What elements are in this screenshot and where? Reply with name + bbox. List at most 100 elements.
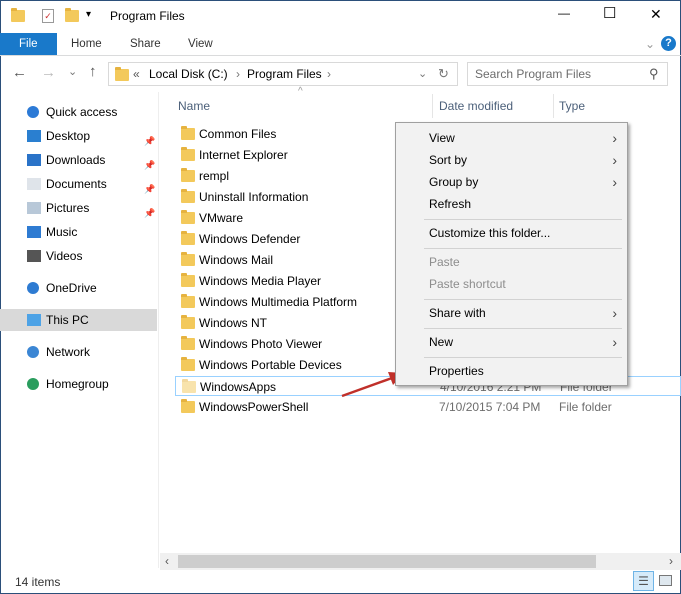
forward-button[interactable]: → xyxy=(41,64,56,81)
menu-item-refresh[interactable]: Refresh xyxy=(396,194,627,214)
customize-toolbar-icon[interactable]: ▾ xyxy=(86,9,91,20)
crumb-program-files[interactable]: Program Files xyxy=(247,67,322,81)
chevron-right-icon: › xyxy=(612,334,617,350)
sidebar-item-label: This PC xyxy=(46,313,89,327)
context-menu: View › Sort by › Group by › Refresh Cust… xyxy=(395,122,628,386)
expand-ribbon-icon[interactable]: ⌄ xyxy=(645,37,655,51)
menu-separator xyxy=(424,219,622,220)
download-icon xyxy=(27,154,41,166)
crumb-local-disk[interactable]: Local Disk (C:) xyxy=(149,67,228,81)
file-name: Internet Explorer xyxy=(199,148,288,162)
sidebar-item-network[interactable]: Network xyxy=(0,341,157,363)
sidebar-item-desktop[interactable]: Desktop 📌 xyxy=(0,125,157,147)
sidebar-item-label: Downloads xyxy=(46,153,106,167)
file-date: 7/10/2015 7:04 PM xyxy=(439,400,541,414)
scroll-right-button[interactable]: › xyxy=(669,554,673,568)
menu-item-label: Group by xyxy=(429,175,479,189)
file-name: Uninstall Information xyxy=(199,190,309,204)
menu-item-new[interactable]: New › xyxy=(396,332,627,352)
sidebar-item-this-pc[interactable]: This PC xyxy=(0,309,157,331)
file-type: File folder xyxy=(559,400,612,414)
search-box[interactable]: Search Program Files ⚲ xyxy=(467,62,668,86)
file-name: Windows Multimedia Platform xyxy=(199,295,358,309)
file-name: Common Files xyxy=(199,127,277,141)
new-folder-icon[interactable] xyxy=(65,8,79,22)
close-button[interactable]: ✕ xyxy=(650,6,662,23)
overflow-crumb[interactable]: « xyxy=(133,67,140,81)
folder-icon xyxy=(181,336,195,350)
address-dropdown[interactable]: ⌄ xyxy=(418,67,427,80)
sidebar-item-label: Quick access xyxy=(46,105,118,119)
file-name: Windows NT xyxy=(199,316,268,330)
refresh-button[interactable]: ↻ xyxy=(438,66,449,82)
sidebar-item-label: Pictures xyxy=(46,201,90,215)
menu-item-label: Refresh xyxy=(429,197,472,211)
menu-item-label: Sort by xyxy=(429,153,468,167)
sidebar-item-videos[interactable]: Videos xyxy=(0,245,157,267)
music-icon xyxy=(27,226,41,238)
search-input[interactable]: Search Program Files xyxy=(475,67,591,81)
crumb-separator[interactable]: › xyxy=(327,67,331,81)
details-view-button[interactable]: ☰ xyxy=(633,571,654,591)
folder-icon xyxy=(115,67,129,81)
sidebar-item-label: Documents xyxy=(46,177,107,191)
desktop-icon xyxy=(27,130,41,142)
menu-item-paste[interactable]: Paste xyxy=(396,252,627,272)
homegroup-icon xyxy=(27,378,39,390)
file-name: Windows Mail xyxy=(199,253,274,267)
back-button[interactable]: ← xyxy=(12,64,27,81)
large-icons-view-button[interactable] xyxy=(659,575,672,586)
menu-item-customize-this-folder[interactable]: Customize this folder... xyxy=(396,223,627,243)
column-name[interactable]: Name xyxy=(178,99,210,113)
menu-item-properties[interactable]: Properties xyxy=(396,361,627,381)
tab-file[interactable]: File xyxy=(19,33,38,55)
column-type[interactable]: Type xyxy=(559,99,585,113)
maximize-button[interactable]: ☐ xyxy=(603,4,616,22)
menu-item-view[interactable]: View › xyxy=(396,128,627,148)
up-button[interactable]: ↑ xyxy=(89,63,97,80)
folder-icon xyxy=(181,252,195,266)
folder-icon xyxy=(11,8,25,22)
file-row[interactable]: WindowsPowerShell 7/10/2015 7:04 PM File… xyxy=(175,397,681,417)
folder-icon xyxy=(181,399,195,413)
file-name: Windows Media Player xyxy=(199,274,322,288)
address-bar[interactable]: « Local Disk (C:) › Program Files › ⌄ ↻ xyxy=(108,62,458,86)
videos-icon xyxy=(27,250,41,262)
scrollbar-thumb[interactable] xyxy=(178,555,596,568)
properties-quick-icon[interactable]: ✓ xyxy=(42,9,54,23)
recent-locations-button[interactable]: ⌄ xyxy=(68,65,77,78)
file-name: Windows Defender xyxy=(199,232,301,246)
crumb-separator[interactable]: › xyxy=(236,67,240,81)
folder-icon xyxy=(181,231,195,245)
sidebar-item-onedrive[interactable]: OneDrive xyxy=(0,277,157,299)
menu-item-label: Customize this folder... xyxy=(429,226,551,240)
tab-view[interactable]: View xyxy=(188,33,213,55)
tab-share[interactable]: Share xyxy=(130,33,161,55)
menu-item-share-with[interactable]: Share with › xyxy=(396,303,627,323)
help-icon[interactable]: ? xyxy=(661,36,676,51)
folder-icon xyxy=(181,126,195,140)
file-name: WindowsPowerShell xyxy=(199,400,309,414)
sidebar-item-quick-access[interactable]: Quick access xyxy=(0,101,157,123)
menu-item-paste-shortcut[interactable]: Paste shortcut xyxy=(396,274,627,294)
horizontal-scrollbar[interactable]: ‹ › xyxy=(160,553,681,570)
menu-item-sort-by[interactable]: Sort by › xyxy=(396,150,627,170)
sidebar-item-documents[interactable]: Documents 📌 xyxy=(0,173,157,195)
column-date-modified[interactable]: Date modified xyxy=(439,99,513,113)
sidebar-item-label: Homegroup xyxy=(46,377,109,391)
menu-item-label: New xyxy=(429,335,454,349)
sidebar-item-downloads[interactable]: Downloads 📌 xyxy=(0,149,157,171)
sidebar-item-music[interactable]: Music xyxy=(0,221,157,243)
file-name: WindowsApps xyxy=(200,380,277,394)
sort-indicator: ^ xyxy=(298,86,303,97)
tab-home[interactable]: Home xyxy=(71,33,102,55)
sidebar-item-pictures[interactable]: Pictures 📌 xyxy=(0,197,157,219)
minimize-button[interactable]: — xyxy=(558,6,570,20)
menu-item-group-by[interactable]: Group by › xyxy=(396,172,627,192)
sidebar-item-homegroup[interactable]: Homegroup xyxy=(0,373,157,395)
menu-item-label: Properties xyxy=(429,364,484,378)
sidebar-item-label: OneDrive xyxy=(46,281,97,295)
window-title: Program Files xyxy=(110,9,185,23)
scroll-left-button[interactable]: ‹ xyxy=(165,554,169,568)
search-icon[interactable]: ⚲ xyxy=(649,66,659,82)
